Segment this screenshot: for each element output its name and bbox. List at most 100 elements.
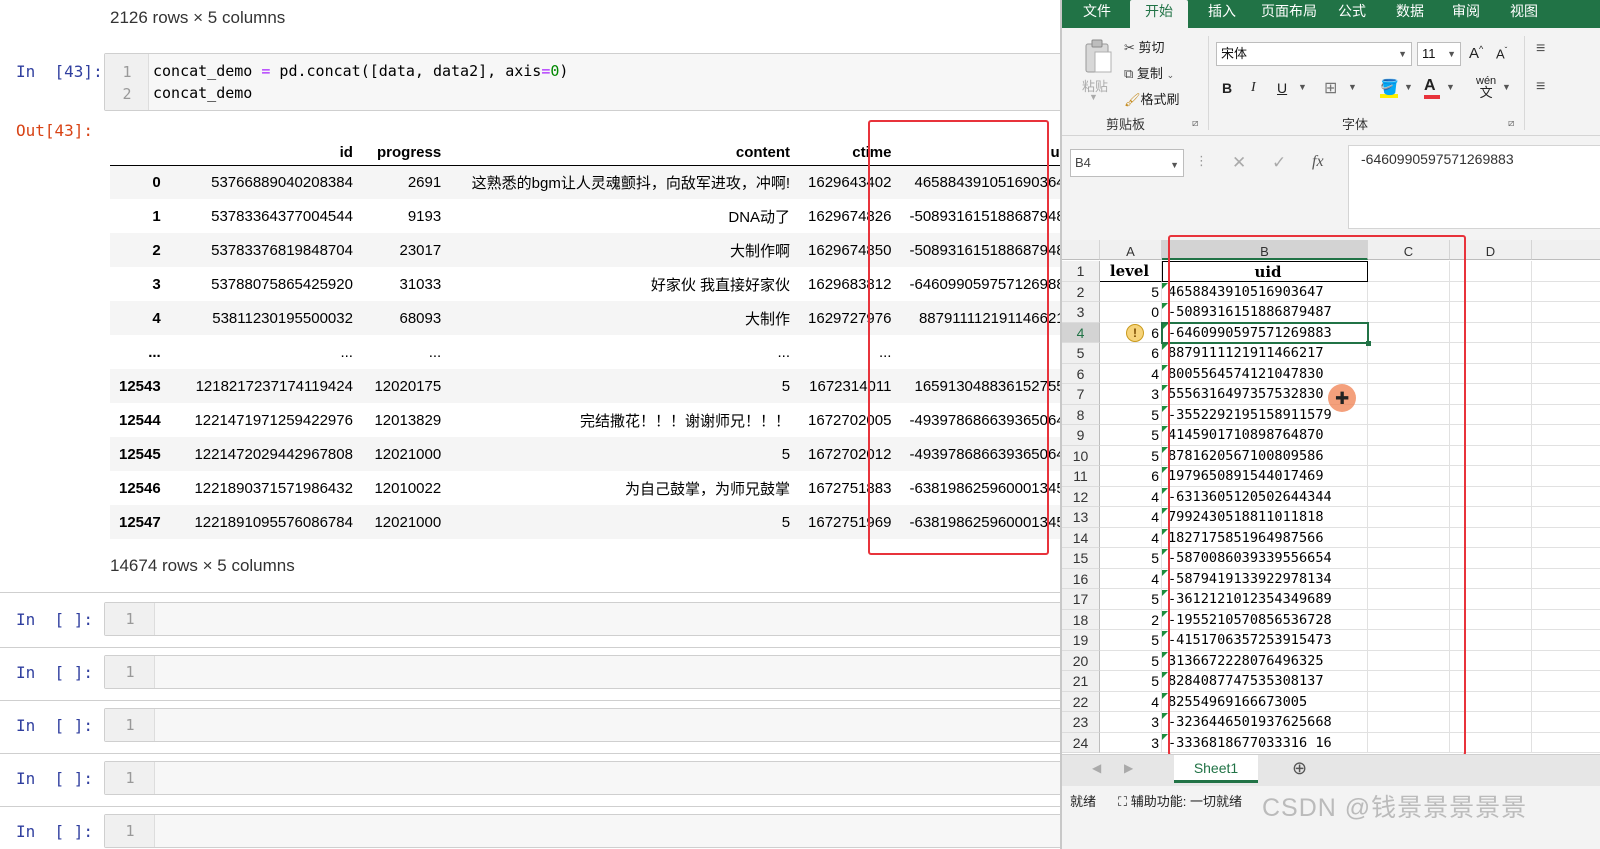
cell-level[interactable]: 3 (1100, 384, 1162, 405)
empty-cell[interactable] (1450, 548, 1532, 569)
cell-level[interactable]: 5 (1100, 671, 1162, 692)
font-color-button[interactable]: A (1424, 77, 1440, 99)
empty-cell[interactable] (1450, 466, 1532, 487)
empty-cell[interactable] (1450, 363, 1532, 384)
select-all-corner[interactable] (1062, 240, 1100, 260)
chevron-down-icon[interactable]: ▼ (1404, 82, 1413, 92)
empty-cell[interactable] (1532, 548, 1600, 569)
empty-cell[interactable] (1368, 548, 1450, 569)
cell-level[interactable]: 4 (1100, 691, 1162, 712)
row-header[interactable]: 17 (1062, 589, 1100, 610)
spreadsheet-grid[interactable]: ABCD 1 level uid 2 5 4658843910516903647 3 0 -50… (1062, 240, 1600, 754)
paste-icon[interactable] (1080, 38, 1116, 78)
cell-level[interactable]: 2 (1100, 609, 1162, 630)
empty-cell[interactable] (1368, 281, 1450, 302)
cell-uid[interactable]: 8879111121911466217 (1162, 343, 1368, 364)
empty-cell[interactable] (1532, 712, 1600, 733)
underline-button[interactable]: U (1277, 80, 1287, 96)
empty-cell[interactable] (1450, 732, 1532, 753)
cell-uid[interactable]: 8781620567100809586 (1162, 445, 1368, 466)
font-name-select[interactable]: 宋体 ▼ (1216, 42, 1412, 66)
cell-uid[interactable]: -5870086039339556654 (1162, 548, 1368, 569)
cell-level[interactable]: 5 (1100, 445, 1162, 466)
cell-43-code-editor[interactable]: 1 2 concat_demo = pd.concat([data, data2… (104, 53, 1079, 111)
italic-button[interactable]: I (1251, 80, 1256, 96)
fill-color-button[interactable]: 🪣 (1380, 78, 1399, 98)
cell-uid[interactable]: -1955210570856536728 (1162, 609, 1368, 630)
empty-cell[interactable] (1450, 691, 1532, 712)
cell-uid[interactable]: 1979650891544017469 (1162, 466, 1368, 487)
code-line-2[interactable]: concat_demo (153, 84, 252, 102)
chevron-down-icon[interactable]: ▼ (1446, 82, 1455, 92)
cell-uid[interactable]: -5879419133922978134 (1162, 568, 1368, 589)
row-header[interactable]: 7 (1062, 384, 1100, 405)
cell-level[interactable]: 5 (1100, 589, 1162, 610)
empty-cell[interactable] (1368, 691, 1450, 712)
empty-cell[interactable] (1450, 712, 1532, 733)
chevron-down-icon[interactable]: ▼ (1298, 82, 1307, 92)
cell-uid[interactable]: 3136672228076496325 (1162, 650, 1368, 671)
empty-cell[interactable] (1368, 507, 1450, 528)
empty-cell[interactable] (1532, 446, 1600, 466)
empty-cell[interactable] (1532, 610, 1600, 630)
empty-cell[interactable] (1368, 445, 1450, 466)
fill-handle[interactable] (1366, 341, 1371, 346)
cell-uid[interactable]: 7992430518811011818 (1162, 507, 1368, 528)
empty-cell[interactable] (1450, 261, 1532, 282)
chevron-down-icon[interactable]: ▼ (1348, 82, 1357, 92)
cell-uid[interactable]: uid (1162, 261, 1368, 282)
font-size-select[interactable]: 11 ▼ (1417, 42, 1461, 66)
chevron-down-icon[interactable]: ▼ (1089, 92, 1098, 102)
error-warning-icon[interactable]: ! (1126, 324, 1144, 342)
row-header[interactable]: 19 (1062, 630, 1100, 651)
empty-code-cell[interactable]: 1 (104, 655, 1079, 689)
cell-level[interactable]: 4 (1100, 486, 1162, 507)
empty-cell[interactable] (1368, 732, 1450, 753)
copy-button[interactable]: ⧉ 复制 ⌄ (1124, 63, 1174, 82)
empty-cell[interactable] (1450, 486, 1532, 507)
empty-cell[interactable] (1450, 507, 1532, 528)
align-top-icon[interactable]: ≡ (1536, 40, 1545, 58)
empty-cell[interactable] (1450, 343, 1532, 364)
cell-uid[interactable]: -4151706357253915473 (1162, 630, 1368, 651)
cell-uid[interactable]: -3336818677033316 16 (1162, 732, 1368, 753)
empty-cell[interactable] (1450, 404, 1532, 425)
next-sheet-icon[interactable]: ▶ (1124, 761, 1133, 775)
empty-cell[interactable] (1532, 302, 1600, 323)
empty-cell[interactable] (1368, 466, 1450, 487)
empty-cell[interactable] (1368, 261, 1450, 282)
row-header[interactable]: 12 (1062, 486, 1100, 507)
row-header[interactable]: 16 (1062, 568, 1100, 589)
column-header-blank[interactable] (1532, 240, 1600, 260)
empty-cell[interactable] (1450, 589, 1532, 610)
accessibility-status[interactable]: ⛶ 辅助功能: 一切就绪 (1118, 791, 1242, 810)
empty-cell[interactable] (1368, 384, 1450, 405)
empty-code-cell[interactable]: 1 (104, 761, 1079, 795)
empty-cell[interactable] (1368, 712, 1450, 733)
bold-button[interactable]: B (1222, 80, 1232, 96)
row-header[interactable]: 5 (1062, 343, 1100, 364)
row-header[interactable]: 1 (1062, 261, 1100, 282)
empty-cell[interactable] (1532, 630, 1600, 651)
empty-cell[interactable] (1368, 363, 1450, 384)
empty-cell[interactable] (1368, 650, 1450, 671)
cell-uid[interactable]: 1827175851964987566 (1162, 527, 1368, 548)
empty-cell[interactable] (1450, 281, 1532, 302)
enter-check-icon[interactable]: ✓ (1272, 153, 1286, 173)
ribbon-tab[interactable]: 数据 (1388, 0, 1432, 28)
format-painter-button[interactable]: 🖌格式刷 (1124, 89, 1180, 108)
empty-cell[interactable] (1368, 302, 1450, 323)
empty-cell[interactable] (1450, 630, 1532, 651)
row-header[interactable]: 21 (1062, 671, 1100, 692)
ribbon-tab[interactable]: 公式 (1330, 0, 1374, 28)
row-header[interactable]: 18 (1062, 609, 1100, 630)
chevron-down-icon[interactable]: ▼ (1502, 82, 1511, 92)
ribbon-tab[interactable]: 插入 (1200, 0, 1244, 28)
cell-uid[interactable]: -3236446501937625668 (1162, 712, 1368, 733)
add-sheet-icon[interactable]: ⊕ (1292, 758, 1307, 779)
cell-level[interactable]: 5 (1100, 650, 1162, 671)
cell-level[interactable]: 5 (1100, 548, 1162, 569)
empty-code-cell[interactable]: 1 (104, 814, 1079, 848)
cancel-icon[interactable]: ✕ (1232, 153, 1246, 173)
row-header[interactable]: 9 (1062, 425, 1100, 446)
